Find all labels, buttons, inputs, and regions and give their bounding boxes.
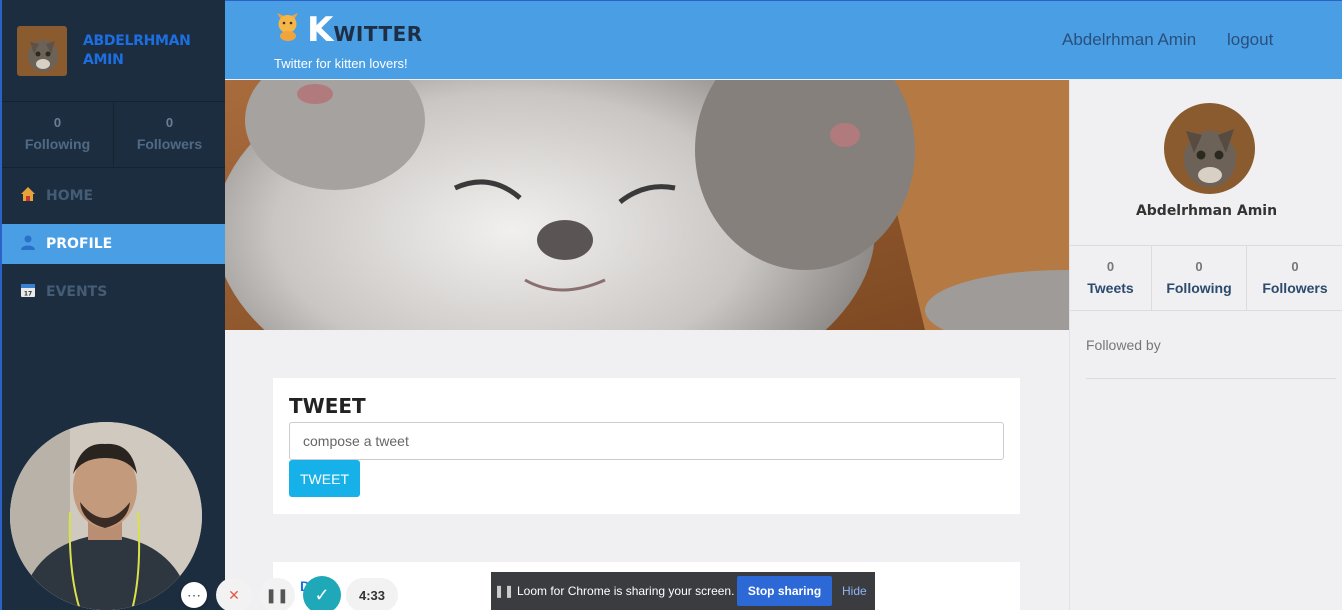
stat-count: 0 <box>1106 259 1115 274</box>
tweet-compose-card: TWEET TWEET <box>273 378 1020 514</box>
home-icon <box>18 186 38 206</box>
tweet-card-title: TWEET <box>289 394 366 418</box>
checkmark-icon: ✓ <box>314 584 330 605</box>
sidebar-item-label: HOME <box>46 188 94 204</box>
profile-stats: 0 Tweets 0 Following 0 Followers <box>1070 245 1342 311</box>
stop-sharing-button[interactable]: Stop sharing <box>737 576 832 606</box>
stat-count: 0 <box>165 115 174 130</box>
more-icon: ⋯ <box>187 586 201 603</box>
user-icon <box>18 234 38 254</box>
tweet-button[interactable]: TWEET <box>289 460 360 497</box>
stat-count: 0 <box>1291 259 1299 274</box>
cat-logo-icon <box>273 9 303 48</box>
loom-more-button[interactable]: ⋯ <box>181 582 207 608</box>
sidebar-stat-followers[interactable]: 0 Followers <box>113 102 225 167</box>
compose-tweet-input[interactable] <box>289 422 1004 460</box>
sidebar-item-label: PROFILE <box>46 236 113 252</box>
profile-stat-followers[interactable]: 0 Followers <box>1246 246 1342 310</box>
app-logo[interactable]: K WITTER <box>273 9 423 48</box>
sidebar-user: ABDELRHMAN AMIN <box>2 0 225 102</box>
sidebar-item-profile[interactable]: PROFILE <box>2 224 225 264</box>
profile-avatar[interactable] <box>1164 103 1255 194</box>
logout-link[interactable]: logout <box>1227 30 1273 50</box>
stat-count: 0 <box>1195 259 1203 274</box>
loom-timer: 4:33 <box>346 578 398 610</box>
pause-icon: ❚❚ <box>493 584 515 598</box>
sidebar-item-label: EVENTS <box>46 284 108 300</box>
profile-stat-tweets[interactable]: 0 Tweets <box>1070 246 1151 310</box>
sidebar-stats: 0 Following 0 Followers <box>2 102 225 168</box>
stat-count: 0 <box>53 115 62 130</box>
followed-by-heading: Followed by <box>1086 337 1161 353</box>
pause-icon: ❚❚ <box>265 586 289 603</box>
loom-finish-button[interactable]: ✓ <box>303 576 341 610</box>
stat-label: Followers <box>136 136 203 152</box>
logo-letter: K <box>307 10 334 50</box>
stat-label: Following <box>24 136 91 152</box>
close-icon: ✕ <box>228 586 240 603</box>
loom-sharing-text: Loom for Chrome is sharing your screen. <box>517 584 735 598</box>
loom-webcam-bubble[interactable] <box>10 422 202 610</box>
loom-cancel-button[interactable]: ✕ <box>216 578 252 610</box>
profile-stat-following[interactable]: 0 Following <box>1151 246 1246 310</box>
loom-sharing-bar: ❚❚ Loom for Chrome is sharing your scree… <box>491 572 875 610</box>
stat-label: Followers <box>1262 280 1328 296</box>
logo-text: WITTER <box>333 22 423 46</box>
divider <box>1086 378 1336 379</box>
hide-link[interactable]: Hide <box>842 584 867 598</box>
loom-pause-button[interactable]: ❚❚ <box>259 578 295 610</box>
sidebar-user-name[interactable]: ABDELRHMAN AMIN <box>83 32 193 70</box>
profile-banner-image <box>225 80 1069 330</box>
app-header: K WITTER Twitter for kitten lovers! Abde… <box>225 0 1342 79</box>
profile-panel: Abdelrhman Amin 0 Tweets 0 Following 0 F… <box>1069 80 1342 610</box>
stat-label: Following <box>1166 280 1232 296</box>
header-user-link[interactable]: Abdelrhman Amin <box>1062 30 1196 50</box>
stat-label: Tweets <box>1087 280 1134 296</box>
tagline: Twitter for kitten lovers! <box>274 56 408 71</box>
sidebar-stat-following[interactable]: 0 Following <box>2 102 113 167</box>
sidebar-item-home[interactable]: HOME <box>2 176 225 216</box>
sidebar-nav: HOME PROFILE 17 EVENTS <box>2 176 225 312</box>
profile-name: Abdelrhman Amin <box>1135 203 1278 219</box>
calendar-icon: 17 <box>18 282 38 302</box>
sidebar-item-events[interactable]: 17 EVENTS <box>2 272 225 312</box>
svg-text:17: 17 <box>24 291 32 298</box>
sidebar-avatar[interactable] <box>17 25 67 76</box>
